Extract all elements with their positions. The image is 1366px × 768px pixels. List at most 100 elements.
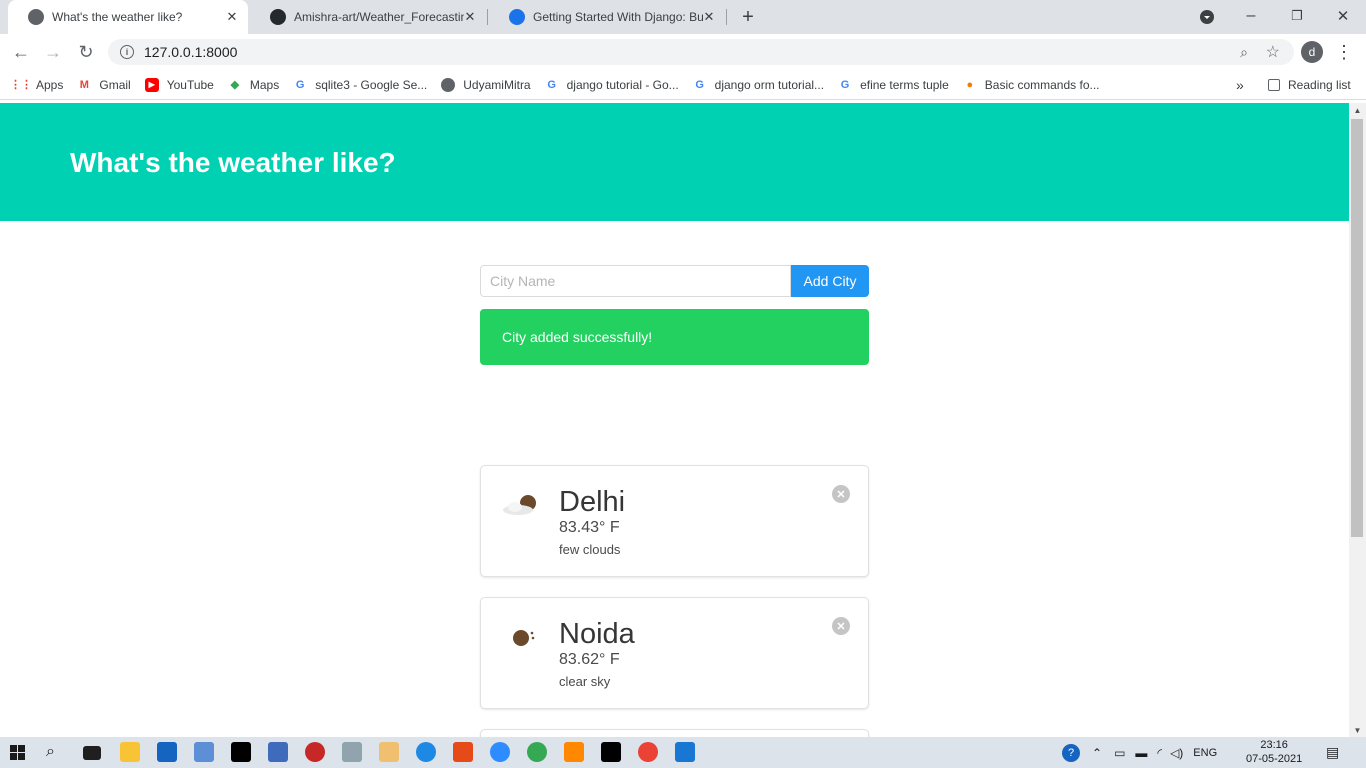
battery-icon[interactable]: ▬ [1135,746,1147,760]
tab-github[interactable]: Amishra-art/Weather_Forecasting ✕ [250,0,486,34]
tab-django[interactable]: Getting Started With Django: Buil ✕ [489,0,725,34]
zoom-icon[interactable]: ⌕ [1240,44,1248,61]
edge-icon[interactable] [416,742,436,762]
hero-banner: What's the weather like? [0,103,1349,221]
clock[interactable]: 23:16 07-05-2021 [1246,738,1302,766]
control-panel-icon[interactable] [194,742,214,762]
bookmark-star-icon[interactable]: ☆ [1266,42,1280,62]
bookmark-maps[interactable]: ◆ Maps [228,77,280,92]
zoom-app-icon[interactable] [490,742,510,762]
bookmark-youtube[interactable]: ▶ YouTube [144,77,214,92]
meet-icon[interactable]: ▭ [1114,746,1125,760]
city-name: Noida [559,618,635,650]
chrome-icon[interactable] [527,742,547,762]
city-temperature: 83.43° F [559,519,620,536]
new-tab-icon[interactable]: + [737,6,759,28]
profile-avatar[interactable]: d [1301,41,1323,63]
google-icon: G [295,78,305,91]
bookmark-udyamimitra[interactable]: UdyamiMitra [441,77,531,92]
bookmarks-bar: ⋮⋮ Apps M Gmail ▶ YouTube ◆ Maps Gsqlite3 - … [0,70,1366,100]
chrome-active-icon[interactable] [638,742,658,762]
terminal-icon[interactable] [601,742,621,762]
language-indicator[interactable]: ENG [1193,747,1217,759]
sublime-icon[interactable] [453,742,473,762]
minimize-icon[interactable]: – [1240,5,1262,27]
page-scrollbar[interactable]: ▲ ▼ [1349,103,1366,737]
photos-icon[interactable] [675,742,695,762]
chevron-up-icon[interactable]: ⌃ [1092,746,1102,760]
reading-list-label: Reading list [1288,77,1351,92]
success-notification: City added successfully! [480,309,869,365]
bookmark-basic-commands[interactable]: ● Basic commands fo... [963,77,1100,92]
delete-city-icon[interactable]: ✕ [832,485,850,503]
google-icon: G [547,78,556,91]
delete-city-icon[interactable]: ✕ [832,617,850,635]
youtube-icon: ▶ [144,77,159,92]
address-bar[interactable]: i 127.0.0.1:8000 ⌕ ☆ [108,39,1294,65]
vlc-icon[interactable] [564,742,584,762]
tab-title: What's the weather like? [52,10,183,24]
windows-start-icon[interactable] [10,745,25,760]
tab-separator [726,9,727,25]
apps-grid-icon: ⋮⋮ [10,79,32,91]
notifications-icon[interactable]: ▤ [1326,744,1339,761]
scrollbar-thumb[interactable] [1351,119,1363,537]
bookmark-gmail[interactable]: M Gmail [77,78,131,92]
close-icon[interactable]: ✕ [462,9,478,25]
mail-icon[interactable] [157,742,177,762]
app-icon[interactable] [268,742,288,762]
search-icon[interactable]: ⌕ [46,743,55,761]
github-icon [270,9,286,25]
close-icon[interactable]: ✕ [701,9,717,25]
bookmark-label: Maps [249,77,280,92]
url-text: 127.0.0.1:8000 [144,44,238,60]
help-icon[interactable]: ? [1062,743,1080,762]
file-explorer-icon[interactable] [120,742,140,762]
back-icon[interactable]: ← [10,41,32,63]
add-city-form: Add City [480,265,869,297]
window-close-icon[interactable]: ✕ [1332,5,1354,27]
reading-list[interactable]: Reading list [1268,78,1351,92]
add-city-button[interactable]: Add City [791,265,869,297]
clock-date: 07-05-2021 [1246,753,1303,765]
clear-sky-icon [513,630,535,646]
tab-search-icon[interactable] [1196,6,1218,28]
keyboard-icon[interactable] [342,742,362,762]
system-tray: ? ⌃ ▭ ▬ ◜ ◁) ENG [1062,737,1217,768]
bookmark-django-orm[interactable]: Gdjango orm tutorial... [693,78,824,92]
bookmark-label: Apps [36,77,64,92]
tab-strip: What's the weather like? ✕ Amishra-art/W… [0,0,1366,34]
tab-title: Amishra-art/Weather_Forecasting [294,10,464,24]
bookmark-label: YouTube [166,77,214,92]
bookmark-label: sqlite3 - Google Se... [315,77,428,92]
gmail-icon: M [79,78,89,91]
info-icon[interactable]: i [120,45,134,59]
reload-icon[interactable]: ↻ [75,41,97,63]
bookmark-django-tutorial[interactable]: Gdjango tutorial - Go... [545,78,678,92]
restore-icon[interactable]: ❐ [1286,5,1308,27]
google-icon: G [695,78,704,91]
wifi-icon[interactable]: ◜ [1157,746,1162,760]
app-tools-icon[interactable] [379,742,399,762]
close-icon[interactable]: ✕ [224,9,240,25]
pycharm-icon[interactable] [231,742,251,762]
tab-weather[interactable]: What's the weather like? ✕ [8,0,248,34]
forward-icon[interactable]: → [42,41,64,63]
bookmark-efine[interactable]: Gefine terms tuple [838,78,949,92]
bookmark-label: Basic commands fo... [984,77,1100,92]
django-icon [509,9,525,25]
bookmark-apps[interactable]: ⋮⋮ Apps [10,77,64,92]
bookmarks-overflow[interactable]: » [1236,77,1244,93]
scroll-up-icon[interactable]: ▲ [1349,103,1366,117]
bookmark-sqlite[interactable]: Gsqlite3 - Google Se... [293,78,427,92]
dropbox-icon[interactable] [83,746,101,760]
volume-icon[interactable]: ◁) [1170,746,1183,760]
app-red-icon[interactable] [305,742,325,762]
scroll-down-icon[interactable]: ▼ [1349,723,1366,737]
windows-taskbar: ⌕ ? ⌃ ▭ ▬ ◜ ◁) ENG 23:16 07-05-2021 ▤ [0,737,1366,768]
menu-kebab-icon[interactable]: ⋮ [1333,41,1355,63]
city-temperature: 83.62° F [559,651,620,668]
city-name-input[interactable] [480,265,791,297]
bookmark-label: efine terms tuple [860,77,949,92]
bookmark-label: django orm tutorial... [714,77,825,92]
